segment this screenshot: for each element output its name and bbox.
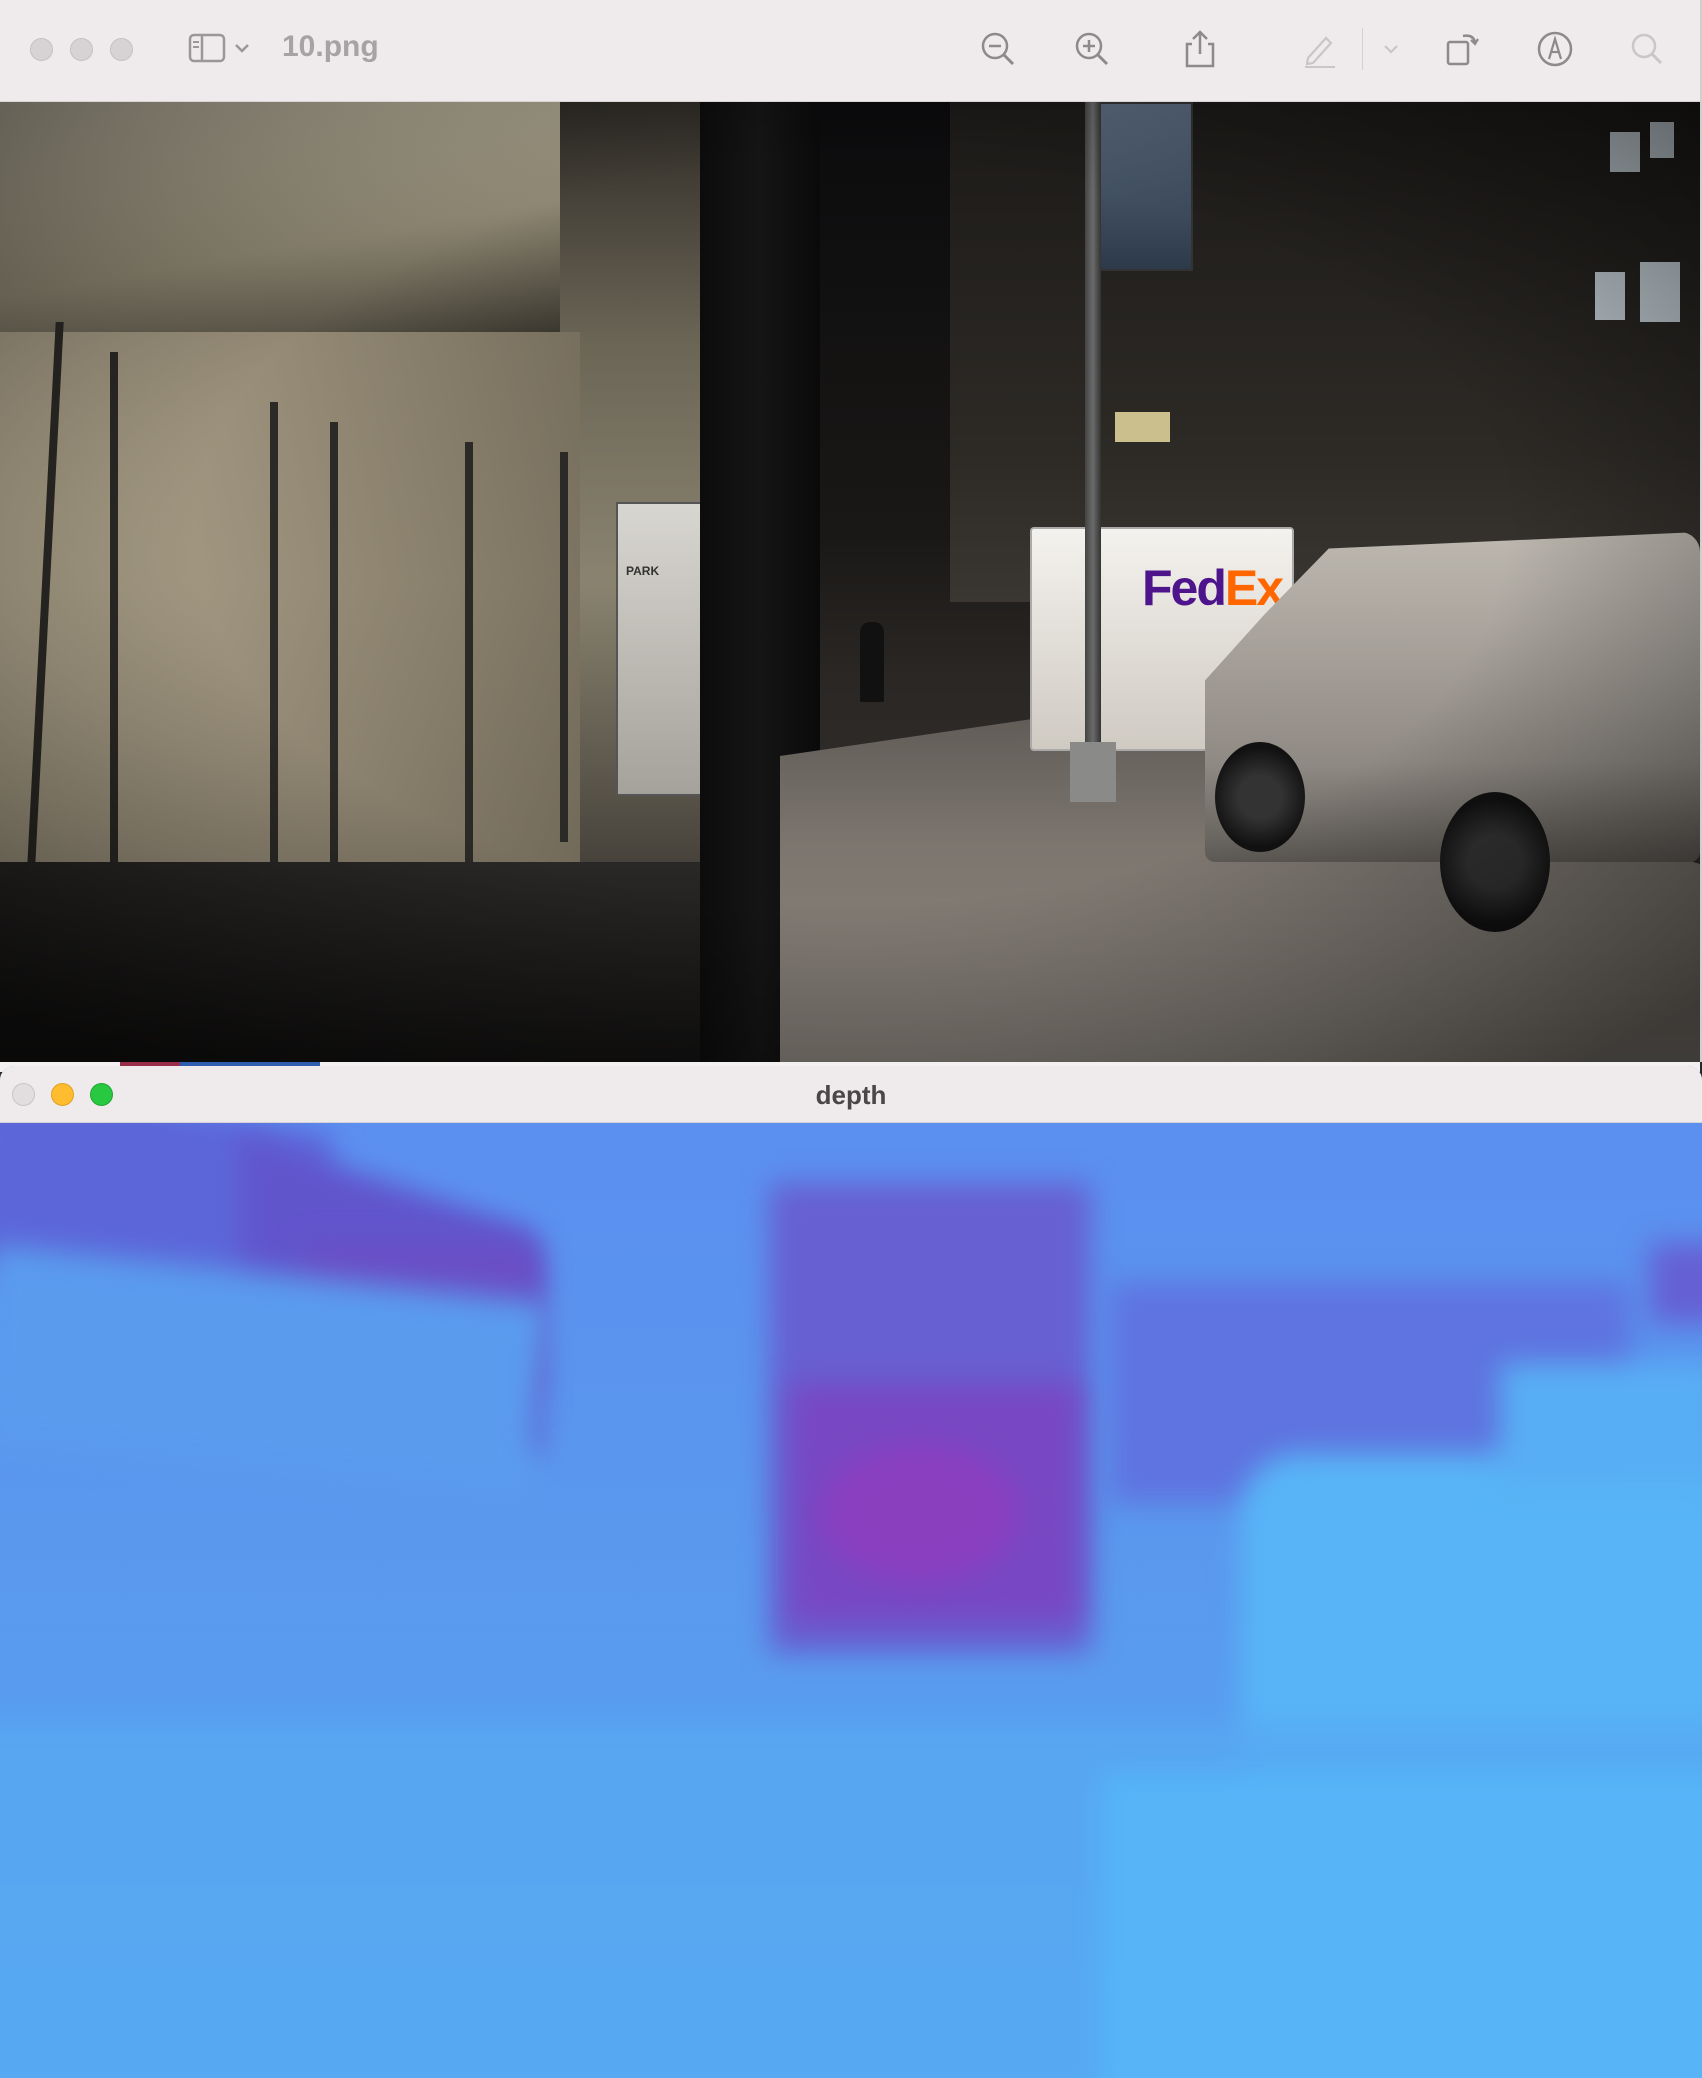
sidebar-toggle-button[interactable] — [188, 33, 250, 63]
van-wheel — [1440, 792, 1550, 932]
fedex-logo: FedEx — [1142, 560, 1284, 616]
chevron-down-icon — [235, 44, 249, 53]
minimize-button[interactable] — [70, 38, 93, 61]
rotate-icon[interactable] — [1443, 28, 1483, 70]
zoom-in-icon[interactable] — [1072, 28, 1112, 70]
window-controls — [30, 38, 133, 61]
pedestrian — [860, 622, 884, 702]
preview-titlebar: 10.png — [0, 0, 1700, 102]
search-icon[interactable] — [1627, 28, 1667, 70]
zoom-out-icon[interactable] — [978, 28, 1018, 70]
depth-window-title: depth — [815, 1080, 887, 1110]
toolbar-separator — [1362, 28, 1363, 70]
close-button[interactable] — [30, 38, 53, 61]
street-banner — [1093, 102, 1193, 271]
sidebar-icon — [188, 33, 226, 63]
building-sign: PARK — [616, 502, 706, 796]
depth-window: depth — [0, 1066, 1702, 2078]
markup-icon[interactable] — [1535, 28, 1575, 70]
depth-map — [0, 1123, 1702, 2078]
preview-window: 10.png PARK FedEx — [0, 0, 1702, 1062]
depth-titlebar: depth — [0, 1066, 1702, 1123]
van-wheel — [1215, 742, 1305, 852]
document-title: 10.png — [282, 30, 379, 63]
zoom-button[interactable] — [110, 38, 133, 61]
share-icon[interactable] — [1180, 28, 1220, 70]
street-pole — [1085, 102, 1101, 802]
sign-text: PARK — [626, 564, 660, 578]
chevron-down-icon[interactable] — [1380, 28, 1402, 70]
street-photo: PARK FedEx — [0, 102, 1700, 1062]
highlight-pen-icon[interactable] — [1300, 28, 1340, 70]
